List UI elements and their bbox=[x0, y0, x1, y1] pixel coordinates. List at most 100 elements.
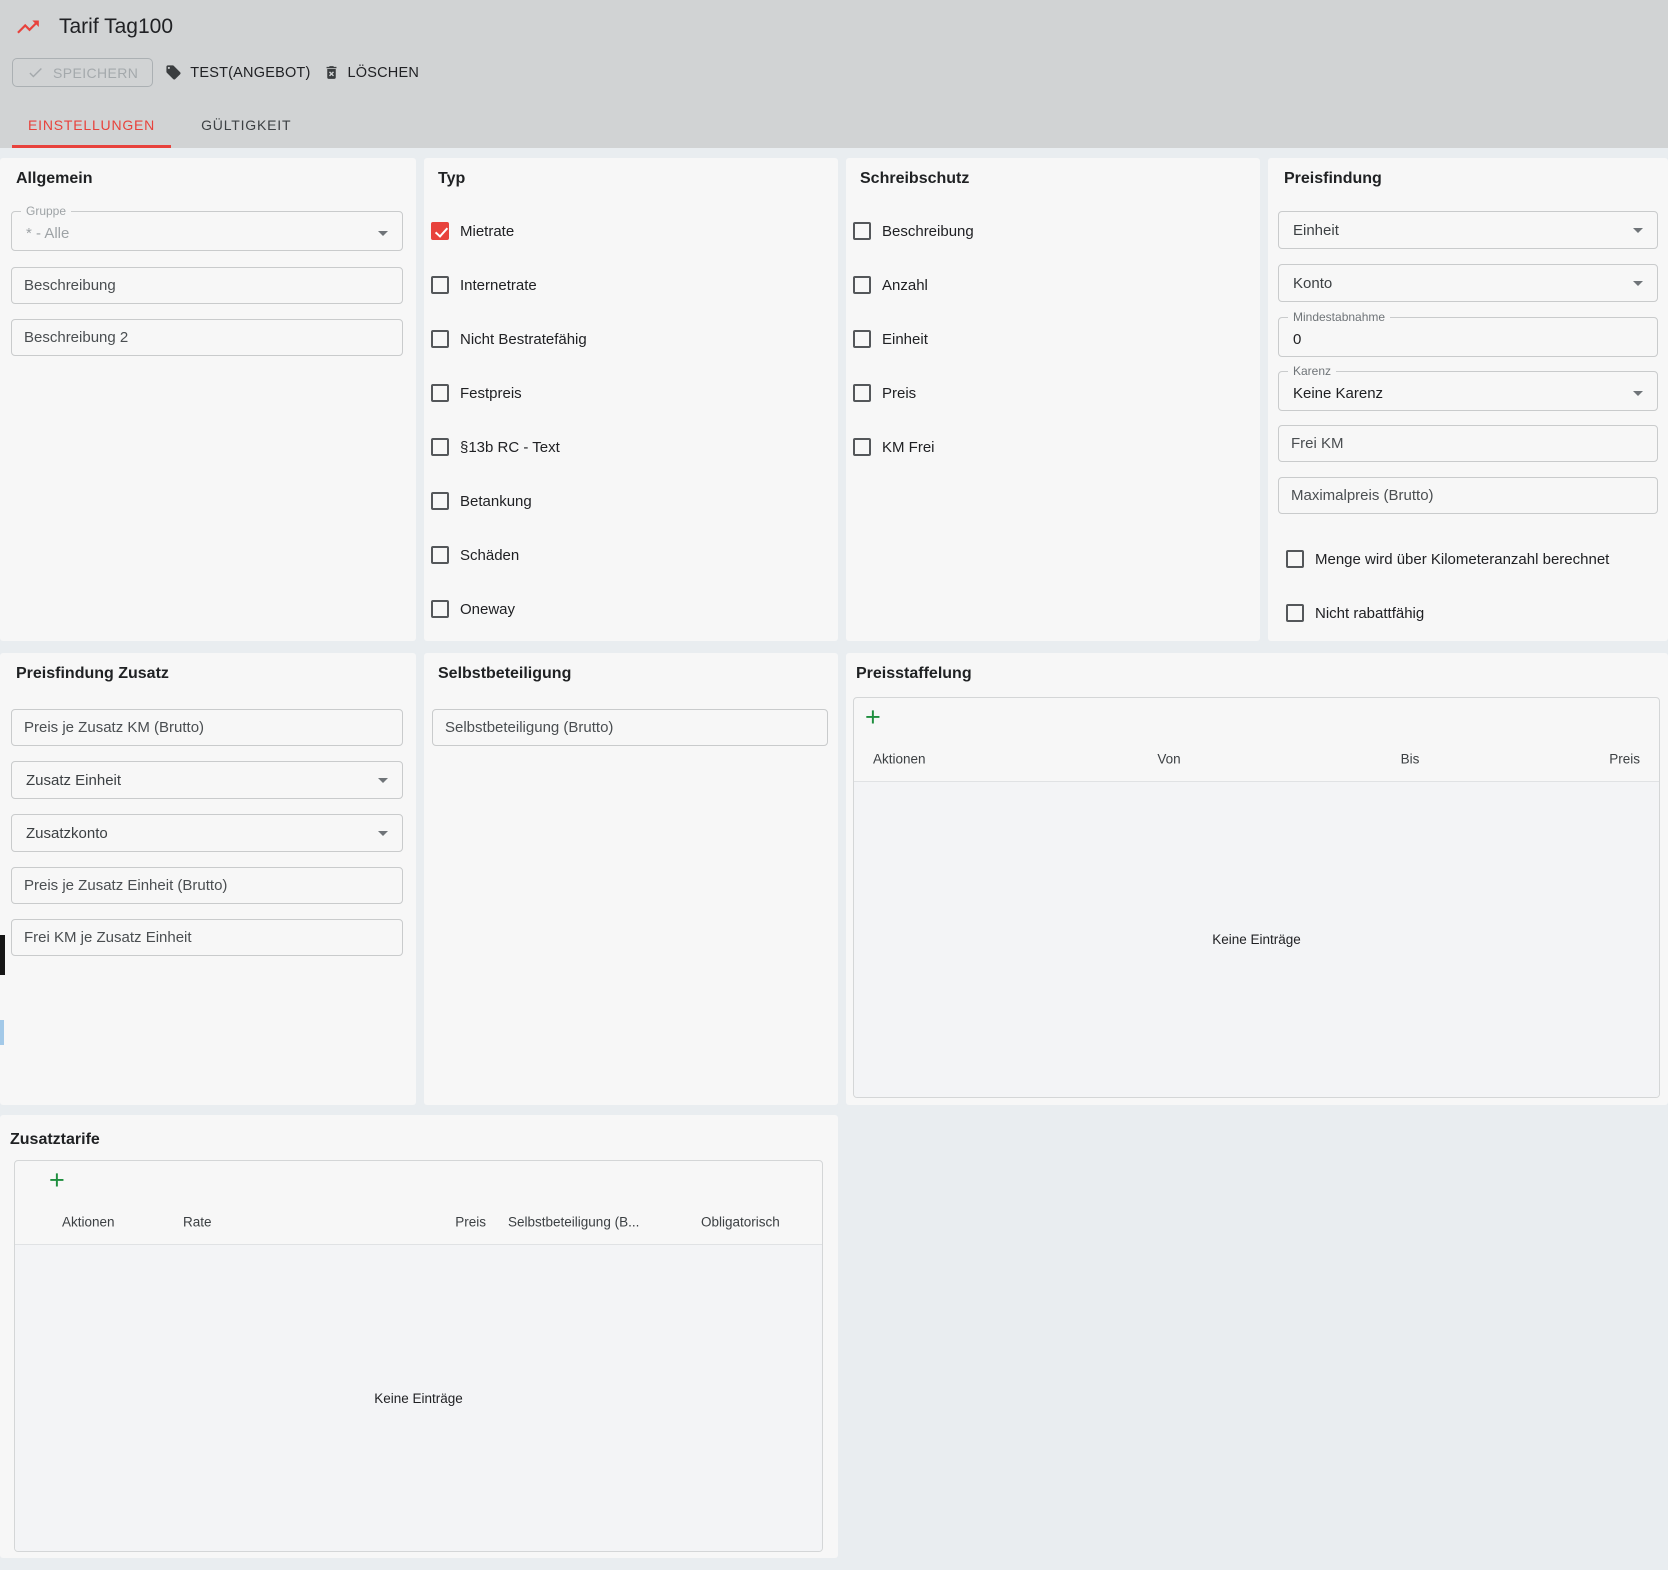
checkbox-label: Nicht Bestratefähig bbox=[460, 331, 587, 348]
checkbox-row-ws-beschreibung[interactable]: Beschreibung bbox=[846, 204, 1260, 258]
page-title: Tarif Tag100 bbox=[59, 15, 173, 39]
checkbox-row-betankung[interactable]: Betankung bbox=[424, 474, 838, 528]
checkbox-label: Schäden bbox=[460, 547, 519, 564]
checkbox-ws-einheit[interactable] bbox=[853, 330, 871, 348]
checkbox-ws-anzahl[interactable] bbox=[853, 276, 871, 294]
checkbox-row-menge-km[interactable]: Menge wird über Kilometeranzahl berechne… bbox=[1278, 550, 1658, 568]
card-title: Preisfindung Zusatz bbox=[16, 665, 416, 683]
trending-up-icon bbox=[15, 14, 41, 40]
checkbox-betankung[interactable] bbox=[431, 492, 449, 510]
preis-zusatz-einheit-input[interactable] bbox=[24, 877, 390, 894]
chevron-down-icon bbox=[378, 831, 388, 836]
checkbox-label: KM Frei bbox=[882, 439, 935, 456]
checkbox-row-internetrate[interactable]: Internetrate bbox=[424, 258, 838, 312]
checkbox-label: §13b RC - Text bbox=[460, 439, 560, 456]
gruppe-value: * - Alle bbox=[26, 225, 378, 242]
beschreibung-input[interactable] bbox=[24, 277, 390, 294]
checkbox-row-ws-km-frei[interactable]: KM Frei bbox=[846, 420, 1260, 474]
gruppe-label: Gruppe bbox=[21, 204, 71, 218]
checkbox-label: Mietrate bbox=[460, 223, 514, 240]
frei-km-zusatz-input[interactable] bbox=[24, 929, 390, 946]
checkbox-festpreis[interactable] bbox=[431, 384, 449, 402]
save-button[interactable]: SPEICHERN bbox=[12, 58, 153, 87]
checkbox-row-13b-rc-text[interactable]: §13b RC - Text bbox=[424, 420, 838, 474]
checkbox-13b-rc-text[interactable] bbox=[431, 438, 449, 456]
beschreibung2-input[interactable] bbox=[24, 329, 390, 346]
karenz-value: Keine Karenz bbox=[1293, 385, 1633, 402]
mindestabnahme-field: Mindestabnahme bbox=[1278, 317, 1658, 357]
card-preisfindung: Preisfindung Einheit Konto Mindestabnahm… bbox=[1268, 158, 1668, 641]
checkbox-label: Menge wird über Kilometeranzahl berechne… bbox=[1315, 551, 1609, 568]
chevron-down-icon bbox=[378, 778, 388, 783]
card-selbstbeteiligung: Selbstbeteiligung bbox=[424, 653, 838, 1105]
chevron-down-icon bbox=[1633, 281, 1643, 286]
gruppe-select[interactable]: Gruppe * - Alle bbox=[11, 211, 403, 251]
checkbox-schaeden[interactable] bbox=[431, 546, 449, 564]
checkbox-ws-km-frei[interactable] bbox=[853, 438, 871, 456]
preis-zusatz-km-field-wrap bbox=[11, 709, 403, 746]
checkbox-row-ws-preis[interactable]: Preis bbox=[846, 366, 1260, 420]
selbstbeteiligung-field-wrap bbox=[432, 709, 828, 746]
checkbox-label: Betankung bbox=[460, 493, 532, 510]
frei-km-zusatz-field-wrap bbox=[11, 919, 403, 956]
checkbox-row-nicht-bestratefaehig[interactable]: Nicht Bestratefähig bbox=[424, 312, 838, 366]
checkbox-row-ws-einheit[interactable]: Einheit bbox=[846, 312, 1260, 366]
trash-icon bbox=[323, 64, 340, 81]
zusatzkonto-value: Zusatzkonto bbox=[26, 825, 378, 842]
selbstbeteiligung-input[interactable] bbox=[445, 719, 815, 736]
frei-km-input[interactable] bbox=[1291, 435, 1645, 452]
toolbar: SPEICHERN TEST(ANGEBOT) LÖSCHEN bbox=[12, 58, 419, 87]
add-row-button[interactable]: + bbox=[865, 704, 881, 731]
zusatz-einheit-select[interactable]: Zusatz Einheit bbox=[11, 761, 403, 799]
column-header-von: Von bbox=[1119, 751, 1219, 766]
tag-icon bbox=[165, 64, 182, 81]
maximalpreis-input[interactable] bbox=[1291, 487, 1645, 504]
konto-select[interactable]: Konto bbox=[1278, 264, 1658, 302]
checkbox-row-oneway[interactable]: Oneway bbox=[424, 582, 838, 636]
mindestabnahme-input[interactable] bbox=[1293, 331, 1643, 348]
karenz-select[interactable]: Karenz Keine Karenz bbox=[1278, 371, 1658, 411]
empty-message: Keine Einträge bbox=[374, 1391, 463, 1406]
checkbox-label: Anzahl bbox=[882, 277, 928, 294]
checkbox-menge-km[interactable] bbox=[1286, 550, 1304, 568]
column-header-obligatorisch: Obligatorisch bbox=[701, 1214, 780, 1229]
checkbox-label: Oneway bbox=[460, 601, 515, 618]
einheit-select[interactable]: Einheit bbox=[1278, 211, 1658, 249]
check-icon bbox=[27, 64, 44, 81]
checkbox-row-ws-anzahl[interactable]: Anzahl bbox=[846, 258, 1260, 312]
delete-label: LÖSCHEN bbox=[348, 65, 420, 81]
preisstaffelung-table-body: Keine Einträge bbox=[854, 782, 1659, 1097]
card-allgemein: Allgemein Gruppe * - Alle bbox=[0, 158, 416, 641]
checkbox-nicht-bestratefaehig[interactable] bbox=[431, 330, 449, 348]
preis-zusatz-km-input[interactable] bbox=[24, 719, 390, 736]
left-edge-drawer-handle-blue bbox=[0, 1020, 4, 1045]
checkbox-ws-beschreibung[interactable] bbox=[853, 222, 871, 240]
checkbox-ws-preis[interactable] bbox=[853, 384, 871, 402]
beschreibung-field-wrap bbox=[11, 267, 403, 304]
checkbox-mietrate[interactable] bbox=[431, 222, 449, 240]
zusatzkonto-select[interactable]: Zusatzkonto bbox=[11, 814, 403, 852]
tab-einstellungen[interactable]: EINSTELLUNGEN bbox=[12, 102, 171, 148]
column-header-preis: Preis bbox=[1609, 751, 1640, 766]
card-zusatztarife: Zusatztarife + Aktionen Rate Preis Selbs… bbox=[0, 1115, 838, 1558]
column-header-aktionen: Aktionen bbox=[873, 751, 926, 766]
card-preisfindung-zusatz: Preisfindung Zusatz Zusatz Einheit Zusat… bbox=[0, 653, 416, 1105]
frei-km-field-wrap bbox=[1278, 425, 1658, 462]
checkbox-row-mietrate[interactable]: Mietrate bbox=[424, 204, 838, 258]
checkbox-label: Preis bbox=[882, 385, 916, 402]
tab-gueltigkeit[interactable]: GÜLTIGKEIT bbox=[185, 102, 307, 148]
checkbox-label: Festpreis bbox=[460, 385, 522, 402]
checkbox-row-schaeden[interactable]: Schäden bbox=[424, 528, 838, 582]
checkbox-oneway[interactable] bbox=[431, 600, 449, 618]
zusatztarife-table: + Aktionen Rate Preis Selbstbeteiligung … bbox=[14, 1160, 823, 1552]
checkbox-internetrate[interactable] bbox=[431, 276, 449, 294]
checkbox-row-nicht-rabattfaehig[interactable]: Nicht rabattfähig bbox=[1278, 604, 1658, 622]
add-row-button[interactable]: + bbox=[49, 1167, 65, 1194]
delete-button[interactable]: LÖSCHEN bbox=[323, 64, 420, 81]
checkbox-label: Beschreibung bbox=[882, 223, 974, 240]
chevron-down-icon bbox=[378, 231, 388, 236]
tag-button[interactable]: TEST(ANGEBOT) bbox=[165, 64, 310, 81]
checkbox-nicht-rabattfaehig[interactable] bbox=[1286, 604, 1304, 622]
checkbox-label: Einheit bbox=[882, 331, 928, 348]
checkbox-row-festpreis[interactable]: Festpreis bbox=[424, 366, 838, 420]
